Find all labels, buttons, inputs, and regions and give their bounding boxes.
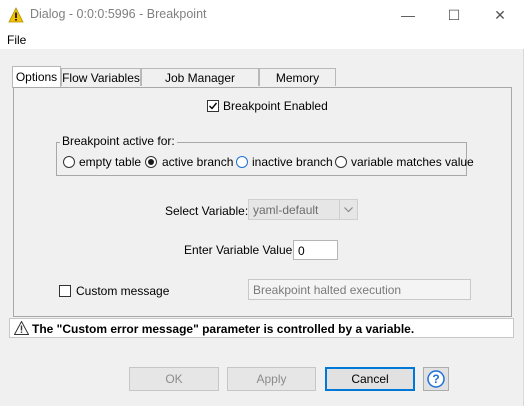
variable-warning-bar: The "Custom error message" parameter is … bbox=[9, 318, 514, 338]
apply-button[interactable]: Apply bbox=[227, 367, 316, 391]
menu-file[interactable]: File bbox=[7, 33, 26, 47]
radio-label-active-branch: active branch bbox=[162, 155, 234, 169]
ok-button-label: OK bbox=[165, 372, 183, 386]
breakpoint-enabled-checkbox[interactable] bbox=[207, 100, 219, 112]
custom-message-checkbox[interactable] bbox=[59, 285, 71, 297]
breakpoint-enabled-label: Breakpoint Enabled bbox=[223, 99, 328, 113]
radio-active-branch[interactable] bbox=[145, 156, 157, 168]
cancel-button[interactable]: Cancel bbox=[325, 367, 415, 391]
title-bar: Dialog - 0:0:0:5996 - Breakpoint — ☐ ✕ bbox=[0, 0, 527, 30]
tab-job-manager-selection[interactable]: Job Manager Selection bbox=[141, 68, 259, 103]
window-title: Dialog - 0:0:0:5996 - Breakpoint bbox=[30, 7, 207, 21]
custom-message-text: Breakpoint halted execution bbox=[253, 283, 402, 297]
select-variable-value: yaml-default bbox=[253, 203, 319, 217]
close-button[interactable]: ✕ bbox=[477, 0, 523, 30]
window-edge bbox=[523, 49, 527, 406]
select-variable-dropdown[interactable]: yaml-default bbox=[248, 199, 358, 220]
checkmark-icon bbox=[209, 102, 218, 110]
tab-label: Options bbox=[15, 70, 58, 84]
help-glyph: ? bbox=[432, 372, 440, 386]
chevron-down-icon bbox=[339, 200, 357, 219]
breakpoint-active-for-group: Breakpoint active for: empty table activ… bbox=[56, 134, 474, 176]
custom-message-label: Custom message bbox=[76, 284, 170, 298]
tab-label: Flow Variables bbox=[62, 71, 140, 85]
variable-value-input[interactable]: 0 bbox=[293, 240, 338, 260]
radio-label-empty-table: empty table bbox=[79, 155, 142, 169]
warning-icon bbox=[14, 321, 29, 335]
warning-text: The "Custom error message" parameter is … bbox=[32, 322, 415, 336]
radio-inactive-branch[interactable] bbox=[236, 156, 248, 168]
help-button[interactable]: ? bbox=[423, 367, 449, 391]
radio-label-inactive-branch: inactive branch bbox=[252, 155, 333, 169]
radio-empty-table[interactable] bbox=[63, 156, 75, 168]
select-variable-label: Select Variable: bbox=[165, 204, 249, 218]
radio-label-variable-matches-value: variable matches value bbox=[351, 155, 474, 169]
minimize-button[interactable]: — bbox=[385, 0, 431, 30]
close-icon: ✕ bbox=[494, 6, 506, 23]
enter-value-label: Enter Variable Value: bbox=[184, 243, 296, 257]
menu-bar: File bbox=[0, 30, 527, 49]
cancel-button-label: Cancel bbox=[351, 372, 389, 386]
apply-button-label: Apply bbox=[256, 372, 287, 386]
group-title: Breakpoint active for: bbox=[60, 134, 177, 148]
tab-flow-variables[interactable]: Flow Variables bbox=[61, 68, 141, 86]
options-panel: Breakpoint Enabled Breakpoint active for… bbox=[13, 87, 512, 317]
ok-button[interactable]: OK bbox=[129, 367, 219, 391]
maximize-button[interactable]: ☐ bbox=[431, 0, 477, 30]
warning-triangle-icon bbox=[8, 7, 24, 23]
radio-selected-dot bbox=[148, 159, 154, 165]
custom-message-input[interactable]: Breakpoint halted execution bbox=[248, 279, 471, 300]
minimize-icon: — bbox=[401, 7, 415, 23]
maximize-icon: ☐ bbox=[447, 6, 461, 23]
tab-memory-policy[interactable]: Memory Policy bbox=[259, 68, 336, 103]
radio-variable-matches-value[interactable] bbox=[335, 156, 347, 168]
variable-value-text: 0 bbox=[298, 244, 305, 258]
tab-options[interactable]: Options bbox=[12, 66, 61, 88]
